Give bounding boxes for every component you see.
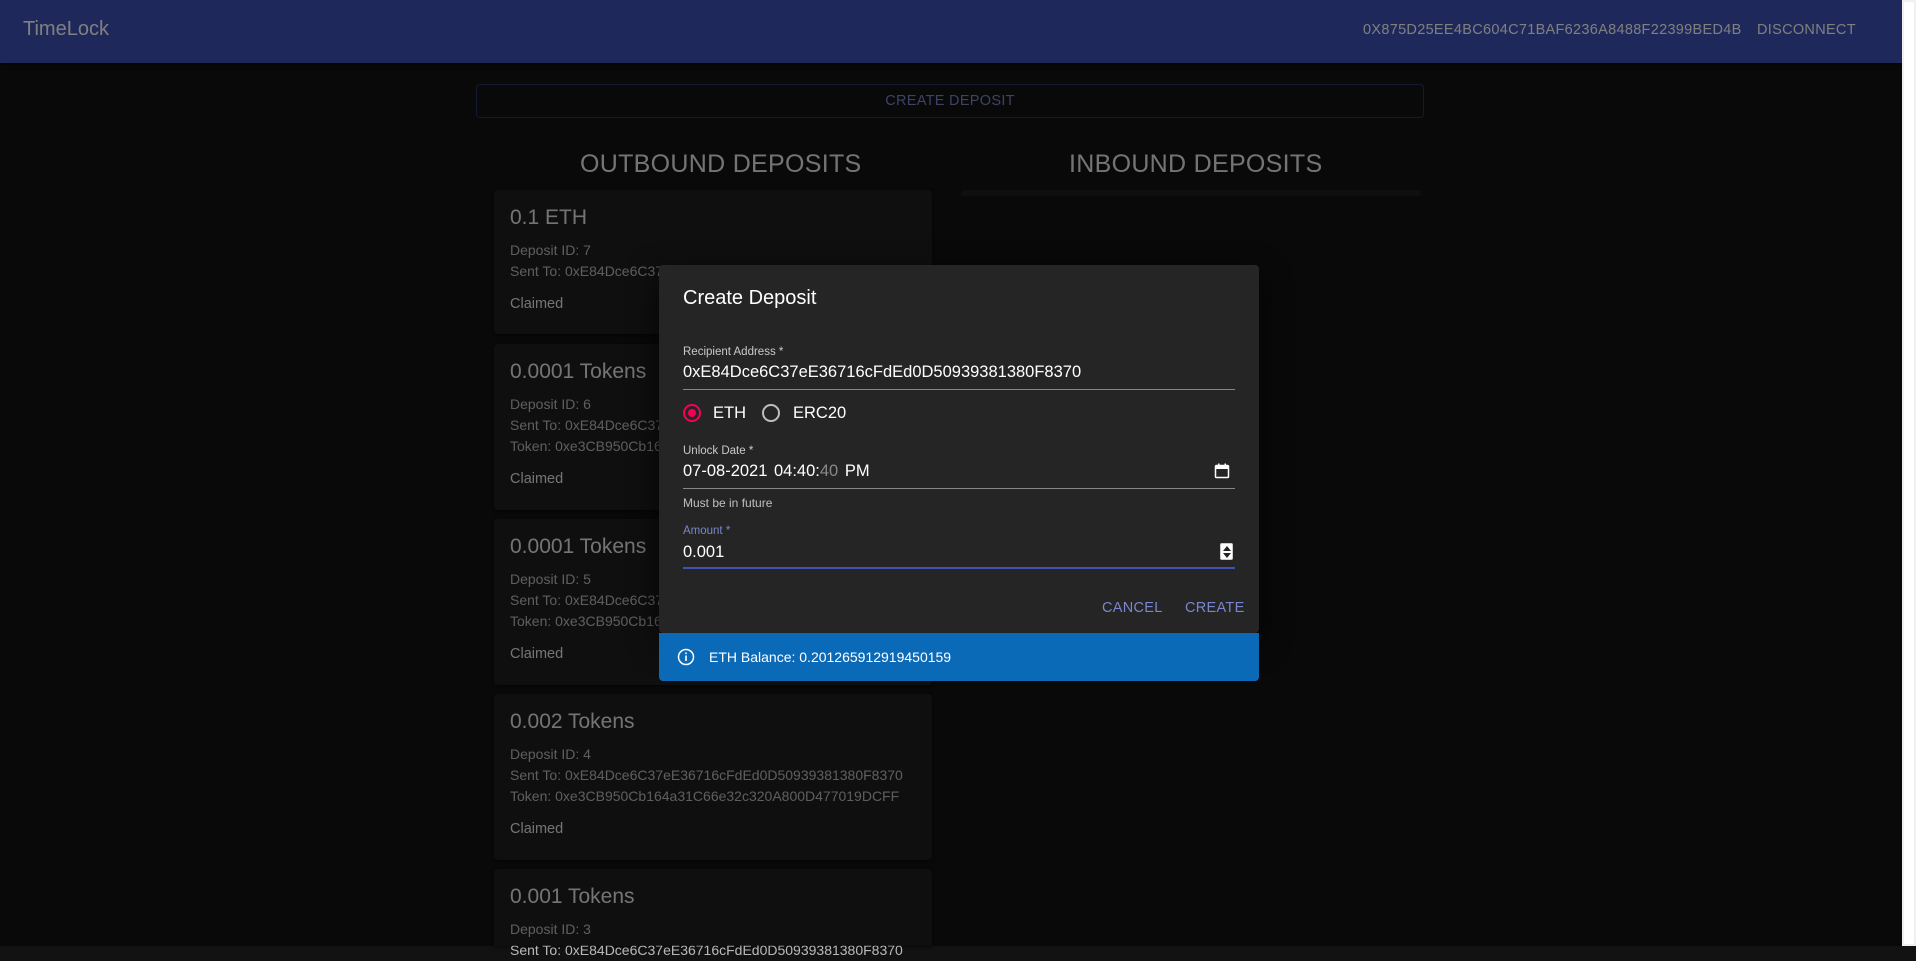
balance-alert: ETH Balance: 0.201265912919450159	[659, 633, 1259, 681]
scrollbar-thumb[interactable]	[1904, 2, 1914, 944]
amount-input[interactable]: 0.001	[683, 543, 724, 562]
amount-label: Amount *	[683, 525, 731, 537]
recipient-address-underline	[683, 389, 1235, 390]
unlock-date-helper-text: Must be in future	[683, 496, 773, 510]
create-button[interactable]: CREATE	[1185, 600, 1245, 616]
unlock-date-label: Unlock Date *	[683, 445, 754, 457]
balance-text: ETH Balance: 0.201265912919450159	[709, 649, 952, 665]
stepper-up-icon[interactable]	[1223, 546, 1231, 551]
info-icon	[677, 648, 695, 666]
dialog-title: Create Deposit	[683, 287, 817, 309]
unlock-time-value: 04:40:	[774, 462, 820, 480]
radio-eth[interactable]	[683, 404, 701, 422]
unlock-seconds-value: 40	[819, 462, 839, 480]
amount-stepper[interactable]	[1220, 543, 1233, 560]
radio-erc20[interactable]	[762, 404, 780, 422]
unlock-ampm-value: PM	[844, 462, 870, 480]
recipient-address-input[interactable]: 0xE84Dce6C37eE36716cFdEd0D50939381380F83…	[683, 363, 1081, 382]
calendar-icon[interactable]	[1214, 463, 1230, 479]
radio-erc20-label[interactable]: ERC20	[793, 404, 846, 423]
unlock-date-underline	[683, 488, 1235, 489]
create-deposit-dialog: Create Deposit Recipient Address * 0xE84…	[659, 265, 1259, 633]
cancel-button[interactable]: CANCEL	[1102, 600, 1163, 616]
recipient-address-label: Recipient Address *	[683, 346, 784, 358]
unlock-date-value: 07-08-2021	[683, 462, 768, 480]
amount-underline	[683, 567, 1235, 569]
unlock-date-input[interactable]: 07-08-2021 04:40:40 PM	[683, 462, 870, 481]
radio-eth-label[interactable]: ETH	[713, 404, 746, 423]
stepper-down-icon[interactable]	[1223, 553, 1231, 558]
